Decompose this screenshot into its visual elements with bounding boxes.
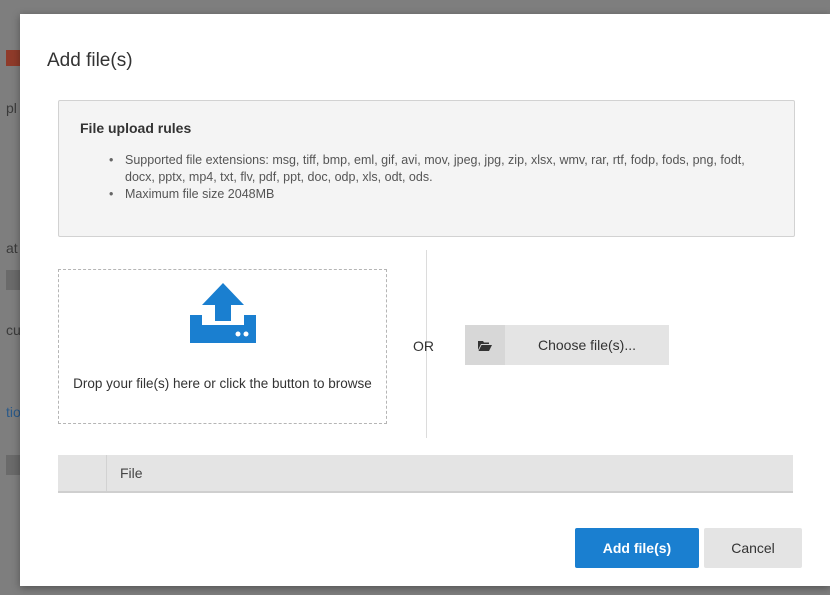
dropzone-instructions: Drop your file(s) here or click the butt… (73, 376, 372, 391)
folder-open-icon (465, 325, 505, 365)
choose-files-button[interactable]: Choose file(s)... (465, 325, 669, 365)
file-dropzone[interactable]: Drop your file(s) here or click the butt… (58, 269, 387, 424)
file-list-table-header: File (58, 455, 793, 493)
file-column-header: File (120, 465, 143, 481)
cancel-button[interactable]: Cancel (704, 528, 802, 568)
or-separator: OR (413, 338, 434, 354)
select-column-header (58, 455, 107, 491)
background-link-fragment: tio (6, 404, 21, 420)
upload-rules-title: File upload rules (80, 120, 192, 136)
background-bar (6, 270, 20, 290)
dialog-title: Add file(s) (47, 50, 133, 71)
rule-max-file-size: Maximum file size 2048MB (105, 186, 775, 203)
background-text-fragment: cu (6, 322, 21, 338)
upload-rules-panel: File upload rules Supported file extensi… (58, 100, 795, 237)
background-accent-block (6, 50, 20, 66)
background-text-fragment: at (6, 240, 18, 256)
upload-rules-list: Supported file extensions: msg, tiff, bm… (105, 152, 775, 203)
rule-supported-extensions: Supported file extensions: msg, tiff, bm… (105, 152, 775, 186)
upload-icon (190, 283, 256, 343)
add-files-dialog: Add file(s) File upload rules Supported … (20, 14, 830, 586)
background-text-fragment: pl (6, 100, 17, 116)
background-bar (6, 455, 20, 475)
choose-files-label: Choose file(s)... (537, 337, 637, 353)
add-files-button[interactable]: Add file(s) (575, 528, 699, 568)
